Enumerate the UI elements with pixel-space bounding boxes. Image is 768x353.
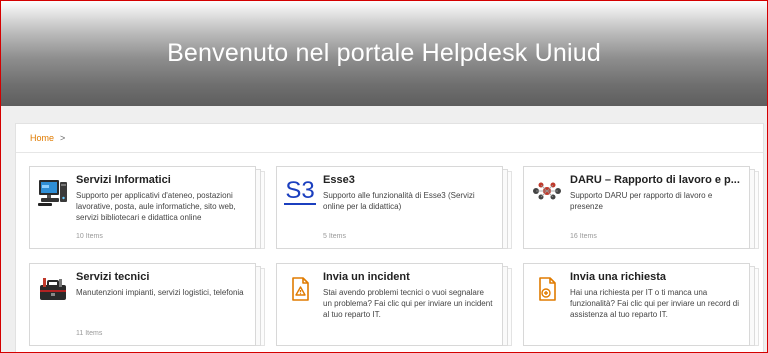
card-item-count: 10 Items <box>76 233 103 240</box>
toolbox-icon <box>37 273 69 305</box>
card-title: Invia una richiesta <box>570 271 666 283</box>
hero-title: Benvenuto nel portale Helpdesk Uniud <box>167 38 601 67</box>
incident-document-icon <box>284 273 316 305</box>
card-invia-richiesta[interactable]: Invia una richiesta Hai una richiesta pe… <box>523 263 759 346</box>
breadcrumb-home-link[interactable]: Home <box>30 133 54 143</box>
card-title: DARU – Rapporto di lavoro e p... <box>570 174 740 186</box>
divider <box>16 152 763 153</box>
card-title: Servizi Informatici <box>76 174 171 186</box>
card-esse3[interactable]: S3 Esse3 Supporto alle funzionalità di E… <box>276 166 512 249</box>
request-document-icon <box>531 273 563 305</box>
card-title: Esse3 <box>323 174 355 186</box>
computer-icon <box>37 176 69 208</box>
card-invia-incident[interactable]: Invia un incident Stai avendo problemi t… <box>276 263 512 346</box>
breadcrumb-separator: > <box>60 133 66 143</box>
card-description: Supporto per applicativi d'ateneo, posta… <box>76 191 236 222</box>
card-item-count: 11 Items <box>76 330 103 337</box>
hero-banner: Benvenuto nel portale Helpdesk Uniud <box>0 0 768 106</box>
esse3-logo-icon: S3 <box>284 176 316 208</box>
card-description: Supporto DARU per rapporto di lavoro e p… <box>570 191 713 211</box>
card-title: Invia un incident <box>323 271 410 283</box>
card-item-count: 16 Items <box>570 233 597 240</box>
card-servizi-informatici[interactable]: Servizi Informatici Supporto per applica… <box>29 166 265 249</box>
breadcrumb: Home > <box>30 133 65 143</box>
card-description: Stai avendo problemi tecnici o vuoi segn… <box>323 288 493 319</box>
people-network-icon <box>531 176 563 208</box>
card-description: Supporto alle funzionalità di Esse3 (Ser… <box>323 191 475 211</box>
card-title: Servizi tecnici <box>76 271 150 283</box>
card-item-count: 5 Items <box>323 233 346 240</box>
card-servizi-tecnici[interactable]: Servizi tecnici Manutenzioni impianti, s… <box>29 263 265 346</box>
categories-panel: Home > Servizi Informatici Supporto per a… <box>15 123 764 353</box>
card-daru[interactable]: DARU – Rapporto di lavoro e p... Support… <box>523 166 759 249</box>
card-description: Hai una richiesta per IT o ti manca una … <box>570 288 739 319</box>
card-description: Manutenzioni impianti, servizi logistici… <box>76 288 244 297</box>
esse3-logo-text: S3 <box>284 177 316 205</box>
